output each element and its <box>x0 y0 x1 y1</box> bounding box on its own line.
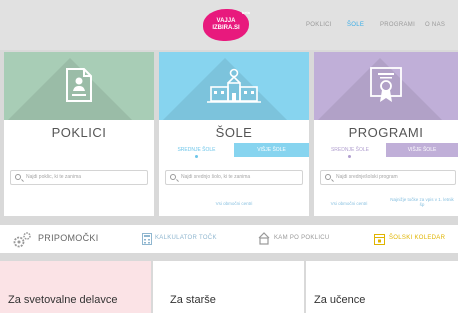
search-placeholder: Najdi poklic, ki te zanima <box>26 174 82 180</box>
section-starsi[interactable]: Za starše <box>153 261 304 313</box>
card-title: ŠOLE <box>215 125 253 140</box>
certificate-icon <box>370 67 402 102</box>
card-title: PROGRAMI <box>348 125 424 140</box>
nav-sole[interactable]: ŠOLE <box>347 22 364 28</box>
site-logo[interactable]: VAJJA IZBIRA.SI beta <box>203 9 250 41</box>
calculator-icon <box>142 233 152 245</box>
tools-bar: PRIPOMOČKI KALKULATOR TOČK KAM PO POKLIC… <box>0 225 458 253</box>
calendar-icon <box>374 234 385 245</box>
sole-hero[interactable] <box>159 52 309 120</box>
house-icon <box>258 232 270 245</box>
link-obmocni-centri[interactable]: Vsi območni centri <box>316 201 382 206</box>
section-label: Za starše <box>170 294 216 306</box>
tab-visje-sole[interactable]: VIŠJE ŠOLE <box>234 143 309 157</box>
tools-title: PRIPOMOČKI <box>38 233 99 243</box>
sole-tabs: SREDNJE ŠOLE VIŠJE ŠOLE <box>159 143 309 158</box>
nav-programi[interactable]: PROGRAMI <box>380 22 415 28</box>
search-placeholder: Najdi srednjo šolo, ki te zanima <box>181 174 251 180</box>
section-ucenci[interactable]: Za učence <box>306 261 458 313</box>
nav-o-nas[interactable]: O NAS <box>425 22 445 28</box>
logo-text: VAJJA IZBIRA.SI <box>212 18 240 31</box>
gears-icon <box>13 232 31 248</box>
search-icon <box>170 174 176 180</box>
programi-tabs: SREDNJE ŠOLE VIŠJE ŠOLE <box>314 143 458 158</box>
document-icon <box>66 68 92 102</box>
card-programi: PROGRAMI SREDNJE ŠOLE VIŠJE ŠOLE Najdi s… <box>314 52 458 216</box>
search-poklici-input[interactable]: Najdi poklic, ki te zanima <box>10 170 148 185</box>
programi-hero[interactable] <box>314 52 458 120</box>
section-label: Za svetovalne delavce <box>8 294 118 306</box>
poklici-hero[interactable] <box>4 52 154 120</box>
tab-visje-sole[interactable]: VIŠJE ŠOLE <box>386 143 458 157</box>
link-obmocni-centri[interactable]: Vsi območni centri <box>159 201 309 206</box>
tool-kam-po-poklicu[interactable]: KAM PO POKLICU <box>274 235 330 241</box>
link-najnizje-tocke[interactable]: Najnižje točke za vpis v 1. letnik šp <box>388 197 456 207</box>
tool-solski-koledar[interactable]: ŠOLSKI KOLEDAR <box>389 235 445 241</box>
school-building-icon <box>207 68 261 103</box>
search-icon <box>15 174 21 180</box>
tool-kalkulator-tock[interactable]: KALKULATOR TOČK <box>155 235 217 241</box>
section-svetovalni-delavci[interactable]: Za svetovalne delavce <box>0 261 151 313</box>
card-title: POKLICI <box>51 125 107 140</box>
logo-badge: beta <box>241 10 250 15</box>
nav-poklici[interactable]: POKLICI <box>306 22 332 28</box>
search-programi-input[interactable]: Najdi srednješolski program <box>320 170 456 185</box>
section-label: Za učence <box>314 294 366 306</box>
search-sole-input[interactable]: Najdi srednjo šolo, ki te zanima <box>165 170 303 185</box>
card-sole: ŠOLE SREDNJE ŠOLE VIŠJE ŠOLE Najdi sredn… <box>159 52 309 216</box>
card-poklici: POKLICI Najdi poklic, ki te zanima <box>4 52 154 216</box>
header: VAJJA IZBIRA.SI beta POKLICI ŠOLE PROGRA… <box>0 0 458 50</box>
search-placeholder: Najdi srednješolski program <box>336 174 398 180</box>
search-icon <box>325 174 331 180</box>
